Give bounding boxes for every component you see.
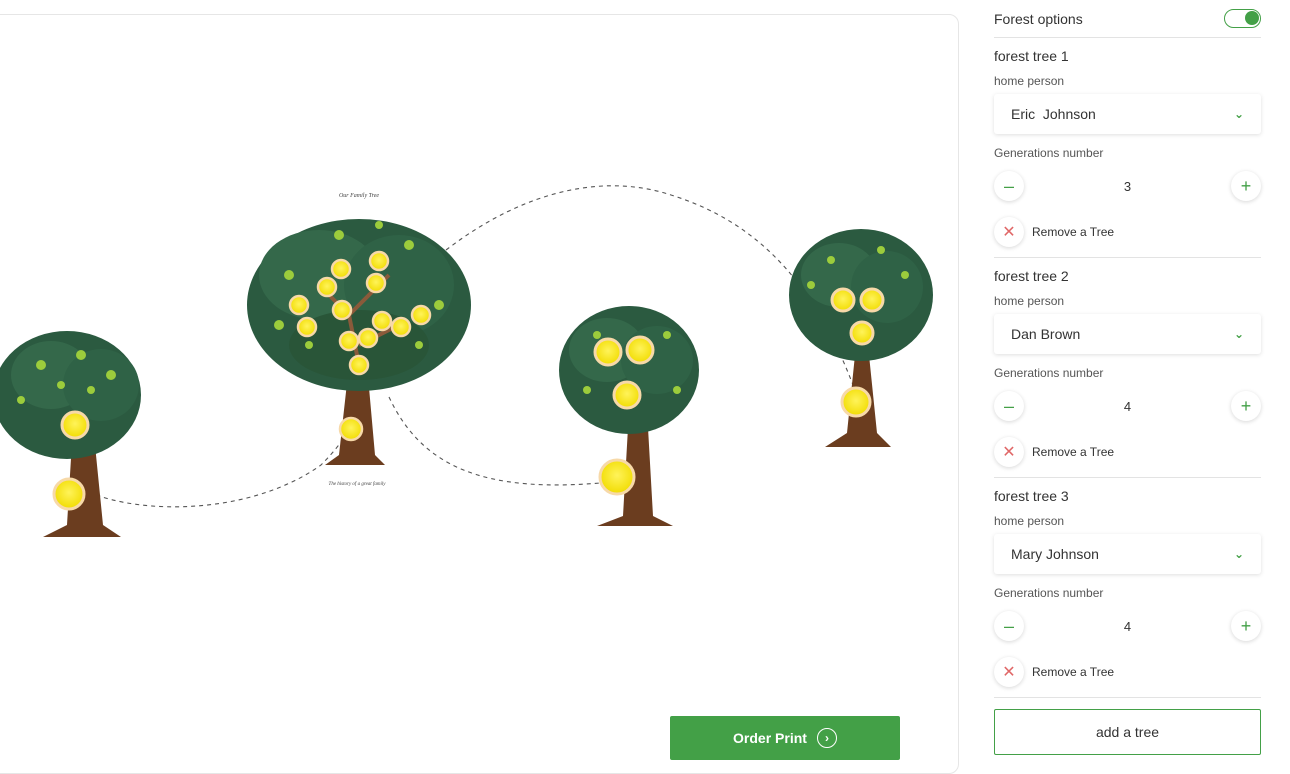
person-medallion [368, 250, 390, 272]
person-medallion [390, 316, 412, 338]
forest-tree-section-1: forest tree 1 home person Eric Johnson ⌄… [994, 38, 1261, 258]
person-medallion [612, 380, 642, 410]
forest-canvas[interactable]: Our Family Tree The history of a great f… [0, 14, 959, 774]
generations-label: Generations number [994, 586, 1104, 600]
plus-icon[interactable]: + [1230, 611, 1261, 641]
remove-tree-label: Remove a Tree [1032, 225, 1115, 239]
family-tree-3 [559, 306, 699, 526]
generations-stepper: – 4 + [994, 391, 1261, 421]
remove-tree-label: Remove a Tree [1032, 445, 1115, 459]
tree-connections [88, 185, 854, 508]
order-print-label: Order Print [733, 730, 807, 746]
forest-tree-section-2: forest tree 2 home person Dan Brown ⌄ Ge… [994, 258, 1261, 478]
generations-value: 4 [1123, 398, 1132, 414]
chevron-down-icon: ⌄ [1233, 327, 1244, 341]
order-print-button[interactable]: Order Print › [670, 716, 900, 760]
home-person-label: home person [994, 294, 1065, 308]
close-icon: ✕ [994, 437, 1024, 467]
person-medallion [593, 337, 623, 367]
person-medallion [357, 327, 379, 349]
family-tree-4 [789, 229, 933, 447]
add-tree-button[interactable]: add a tree [994, 709, 1261, 755]
family-tree-1 [0, 331, 141, 537]
forest-subtitle: The history of a great family [329, 482, 387, 487]
person-medallion [331, 299, 353, 321]
person-medallion [348, 354, 370, 376]
home-person-value: Mary Johnson [1011, 546, 1099, 562]
remove-tree-label: Remove a Tree [1032, 665, 1115, 679]
forest-options-label: Forest options [994, 10, 1083, 27]
person-medallion [410, 304, 432, 326]
forest-tree-section-3: forest tree 3 home person Mary Johnson ⌄… [994, 478, 1261, 698]
plus-icon[interactable]: + [1230, 171, 1261, 201]
toggle-knob [1245, 11, 1259, 25]
close-icon: ✕ [994, 657, 1024, 687]
person-medallion [598, 458, 636, 496]
person-medallion [52, 477, 86, 511]
remove-tree-button[interactable]: ✕ Remove a Tree [994, 217, 1114, 247]
person-medallion [859, 287, 885, 313]
person-medallion [365, 272, 387, 294]
home-person-value: Dan Brown [1011, 326, 1081, 342]
generations-label: Generations number [994, 366, 1104, 380]
forest-options-row: Forest options [994, 0, 1261, 38]
home-person-select[interactable]: Mary Johnson ⌄ [994, 534, 1261, 574]
family-tree-2: Our Family Tree The history of a great f… [247, 193, 471, 487]
chevron-right-circle-icon: › [816, 728, 837, 748]
person-medallion [849, 320, 875, 346]
generations-stepper: – 4 + [994, 611, 1261, 641]
person-medallion [830, 287, 856, 313]
person-medallion [60, 410, 90, 440]
remove-tree-button[interactable]: ✕ Remove a Tree [994, 437, 1114, 467]
forest-options-panel: Forest options forest tree 1 home person… [994, 0, 1261, 698]
person-medallion [338, 416, 364, 442]
home-person-label: home person [994, 74, 1065, 88]
generations-label: Generations number [994, 146, 1104, 160]
person-medallion [296, 316, 318, 338]
tree-title: forest tree 2 [994, 268, 1069, 284]
person-medallion [330, 258, 352, 280]
person-medallion [625, 335, 655, 365]
generations-value: 4 [1123, 618, 1132, 634]
home-person-select[interactable]: Eric Johnson ⌄ [994, 94, 1261, 134]
person-medallion [288, 294, 310, 316]
generations-value: 3 [1123, 178, 1132, 194]
forest-illustration: Our Family Tree The history of a great f… [0, 185, 933, 537]
chevron-down-icon: ⌄ [1233, 107, 1244, 121]
tree-title: forest tree 3 [994, 488, 1069, 504]
close-icon: ✕ [994, 217, 1024, 247]
person-medallion [371, 310, 393, 332]
minus-icon[interactable]: – [994, 611, 1024, 641]
home-person-select[interactable]: Dan Brown ⌄ [994, 314, 1261, 354]
person-medallion [338, 330, 360, 352]
home-person-value: Eric Johnson [1011, 106, 1096, 122]
minus-icon[interactable]: – [994, 171, 1024, 201]
minus-icon[interactable]: – [994, 391, 1024, 421]
home-person-label: home person [994, 514, 1065, 528]
chevron-down-icon: ⌄ [1233, 547, 1244, 561]
generations-stepper: – 3 + [994, 171, 1261, 201]
remove-tree-button[interactable]: ✕ Remove a Tree [994, 657, 1114, 687]
person-medallion [840, 386, 872, 418]
plus-icon[interactable]: + [1230, 391, 1261, 421]
forest-options-toggle[interactable] [1224, 9, 1261, 28]
forest-title: Our Family Tree [339, 193, 379, 199]
person-medallion [316, 276, 338, 298]
tree-title: forest tree 1 [994, 48, 1069, 64]
